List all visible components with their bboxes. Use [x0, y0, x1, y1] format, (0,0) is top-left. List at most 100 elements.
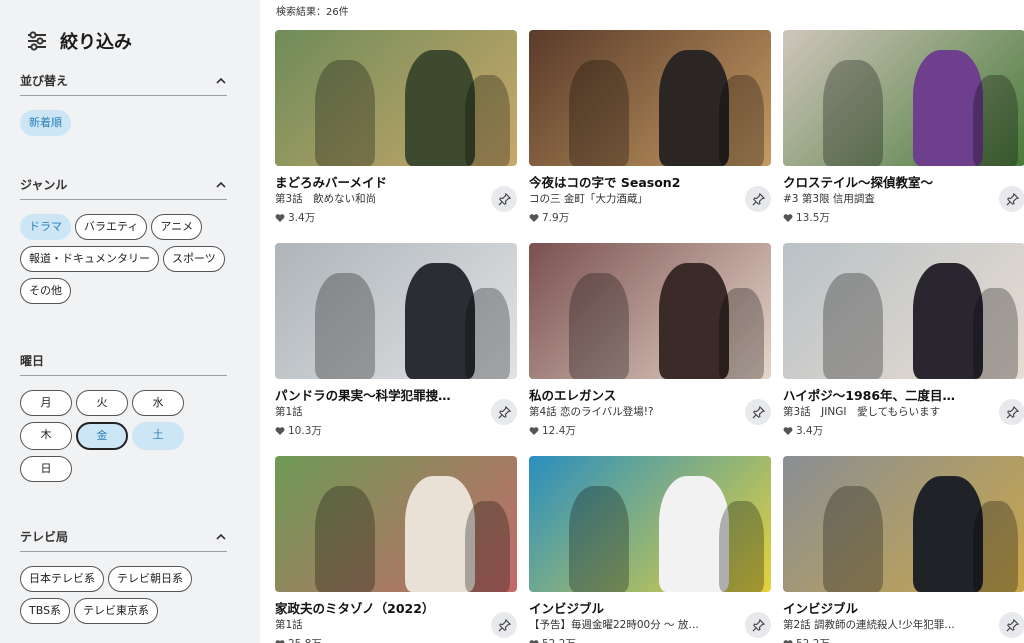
favorite-pin-button[interactable] — [491, 399, 517, 425]
program-title[interactable]: まどろみバーメイド — [275, 172, 475, 191]
program-card[interactable]: 私のエレガンス第4話 恋のライバル登場!? 12.4万 — [529, 243, 771, 443]
genre-section-header[interactable]: ジャンル — [20, 176, 227, 200]
pin-icon — [752, 192, 765, 205]
favorite-count: 3.4万 — [783, 423, 823, 438]
program-title[interactable]: 家政夫のミタゾノ（2022） — [275, 598, 475, 617]
favorite-pin-button[interactable] — [745, 399, 771, 425]
station-chip-tv-asahi[interactable]: テレビ朝日系 — [108, 566, 192, 592]
pin-icon — [498, 192, 511, 205]
genre-chip-anime[interactable]: アニメ — [151, 214, 203, 240]
genre-section-title: ジャンル — [20, 178, 68, 192]
program-card[interactable]: まどろみバーメイド第3話 飲めない和尚 3.4万 — [275, 30, 517, 230]
favorite-pin-button[interactable] — [491, 186, 517, 212]
program-card[interactable]: インビジブル【予告】毎週金曜22時00分 ～ 放… 52.2万 — [529, 456, 771, 643]
station-section-header[interactable]: テレビ局 — [20, 528, 227, 552]
program-title[interactable]: インビジブル — [783, 598, 983, 617]
station-chip-ntv[interactable]: 日本テレビ系 — [20, 566, 104, 592]
episode-subtitle: 第3話 JINGI 愛してもらいます — [783, 406, 941, 418]
weekday-chip-sun[interactable]: 日 — [20, 456, 72, 482]
favorite-count: 25.8万 — [275, 636, 322, 643]
favorite-count-value: 13.5万 — [796, 212, 830, 224]
heart-icon — [783, 213, 793, 222]
episode-subtitle: 第4話 恋のライバル登場!? — [529, 406, 654, 418]
weekday-section-header[interactable]: 曜日 — [20, 352, 227, 376]
favorite-count: 13.5万 — [783, 210, 830, 225]
favorite-pin-button[interactable] — [999, 186, 1024, 212]
station-section: テレビ局 日本テレビ系 テレビ朝日系 TBS系 テレビ東京系 — [20, 528, 227, 624]
program-thumbnail[interactable] — [275, 456, 517, 592]
genre-chip-sports[interactable]: スポーツ — [163, 246, 225, 272]
favorite-pin-button[interactable] — [491, 612, 517, 638]
program-thumbnail[interactable] — [783, 243, 1024, 379]
program-title[interactable]: インビジブル — [529, 598, 729, 617]
program-card[interactable]: クロステイル～探偵教室～ #3 第3限 信用調査 13.5万 — [783, 30, 1024, 230]
heart-icon — [783, 639, 793, 643]
episode-subtitle: 第3話 飲めない和尚 — [275, 193, 377, 205]
pin-icon — [498, 405, 511, 418]
favorite-count: 3.4万 — [275, 210, 315, 225]
program-thumbnail[interactable] — [783, 30, 1024, 166]
favorite-count-value: 7.9万 — [542, 212, 570, 224]
pin-icon — [1006, 618, 1019, 631]
filter-sidebar: 絞り込み 並び替え 新着順 ジャンル ドラマ バラエティ アニメ 報道・ドキュメ… — [0, 0, 260, 643]
episode-subtitle: 【予告】毎週金曜22時00分 ～ 放… — [529, 619, 699, 631]
episode-subtitle: #3 第3限 信用調査 — [783, 193, 875, 205]
program-thumbnail[interactable] — [529, 30, 771, 166]
program-title[interactable]: ハイポジ～1986年、二度目… — [783, 385, 983, 404]
heart-icon — [783, 426, 793, 435]
program-card[interactable]: ハイポジ～1986年、二度目… 第3話 JINGI 愛してもらいます 3.4万 — [783, 243, 1024, 443]
favorite-count: 7.9万 — [529, 210, 569, 225]
station-section-title: テレビ局 — [20, 530, 69, 544]
program-card[interactable]: 今夜はコの字で Season2 コの三 金町「大力酒蔵」 7.9万 — [529, 30, 771, 230]
genre-section: ジャンル ドラマ バラエティ アニメ 報道・ドキュメンタリー スポーツ その他 — [20, 176, 227, 304]
genre-chip-drama[interactable]: ドラマ — [20, 214, 71, 240]
pin-icon — [752, 405, 765, 418]
favorite-count-value: 12.4万 — [542, 425, 576, 437]
weekday-chip-thu[interactable]: 木 — [20, 422, 72, 450]
weekday-chip-sat[interactable]: 土 — [132, 422, 184, 450]
pin-icon — [752, 618, 765, 631]
favorite-count-value: 10.3万 — [288, 425, 322, 437]
station-chip-tbs[interactable]: TBS系 — [20, 598, 71, 624]
weekday-chip-fri[interactable]: 金 — [76, 422, 128, 450]
heart-icon — [275, 426, 285, 435]
station-chip-tv-tokyo[interactable]: テレビ東京系 — [74, 598, 159, 624]
result-count: 検索結果：26件 — [276, 7, 349, 18]
episode-subtitle: 第1話 — [275, 406, 303, 418]
favorite-count: 12.4万 — [529, 423, 576, 438]
program-thumbnail[interactable] — [783, 456, 1024, 592]
genre-chip-news-documentary[interactable]: 報道・ドキュメンタリー — [20, 246, 159, 272]
program-thumbnail[interactable] — [529, 243, 771, 379]
sort-chip-newest[interactable]: 新着順 — [20, 110, 71, 136]
chevron-up-icon[interactable] — [215, 179, 227, 191]
program-thumbnail[interactable] — [275, 243, 517, 379]
genre-chip-other[interactable]: その他 — [20, 278, 71, 304]
chevron-up-icon[interactable] — [215, 531, 227, 543]
program-title[interactable]: 私のエレガンス — [529, 385, 729, 404]
chevron-up-icon[interactable] — [215, 75, 227, 87]
program-title[interactable]: 今夜はコの字で Season2 — [529, 172, 729, 191]
favorite-pin-button[interactable] — [745, 612, 771, 638]
favorite-pin-button[interactable] — [999, 612, 1024, 638]
program-thumbnail[interactable] — [275, 30, 517, 166]
filter-header: 絞り込み — [26, 28, 132, 54]
weekday-chip-wed[interactable]: 水 — [132, 390, 184, 416]
sort-section-header[interactable]: 並び替え — [20, 72, 227, 96]
episode-subtitle: 第2話 調教師の連続殺人!少年犯罪… — [783, 619, 955, 631]
program-thumbnail[interactable] — [529, 456, 771, 592]
weekday-chip-tue[interactable]: 火 — [76, 390, 128, 416]
program-title[interactable]: クロステイル～探偵教室～ — [783, 172, 983, 191]
pin-icon — [1006, 192, 1019, 205]
favorite-pin-button[interactable] — [999, 399, 1024, 425]
weekday-chip-mon[interactable]: 月 — [20, 390, 72, 416]
favorite-count-value: 25.8万 — [288, 636, 322, 643]
pin-icon — [498, 618, 511, 631]
favorite-count: 52.2万 — [529, 636, 576, 643]
heart-icon — [275, 639, 285, 643]
program-title[interactable]: パンドラの果実～科学犯罪捜… — [275, 385, 475, 404]
program-card[interactable]: パンドラの果実～科学犯罪捜… 第1話 10.3万 — [275, 243, 517, 443]
genre-chip-variety[interactable]: バラエティ — [75, 214, 148, 240]
favorite-pin-button[interactable] — [745, 186, 771, 212]
program-card[interactable]: 家政夫のミタゾノ（2022） 第1話 25.8万 — [275, 456, 517, 643]
program-card[interactable]: インビジブル第2話 調教師の連続殺人!少年犯罪… 52.2万 — [783, 456, 1024, 643]
